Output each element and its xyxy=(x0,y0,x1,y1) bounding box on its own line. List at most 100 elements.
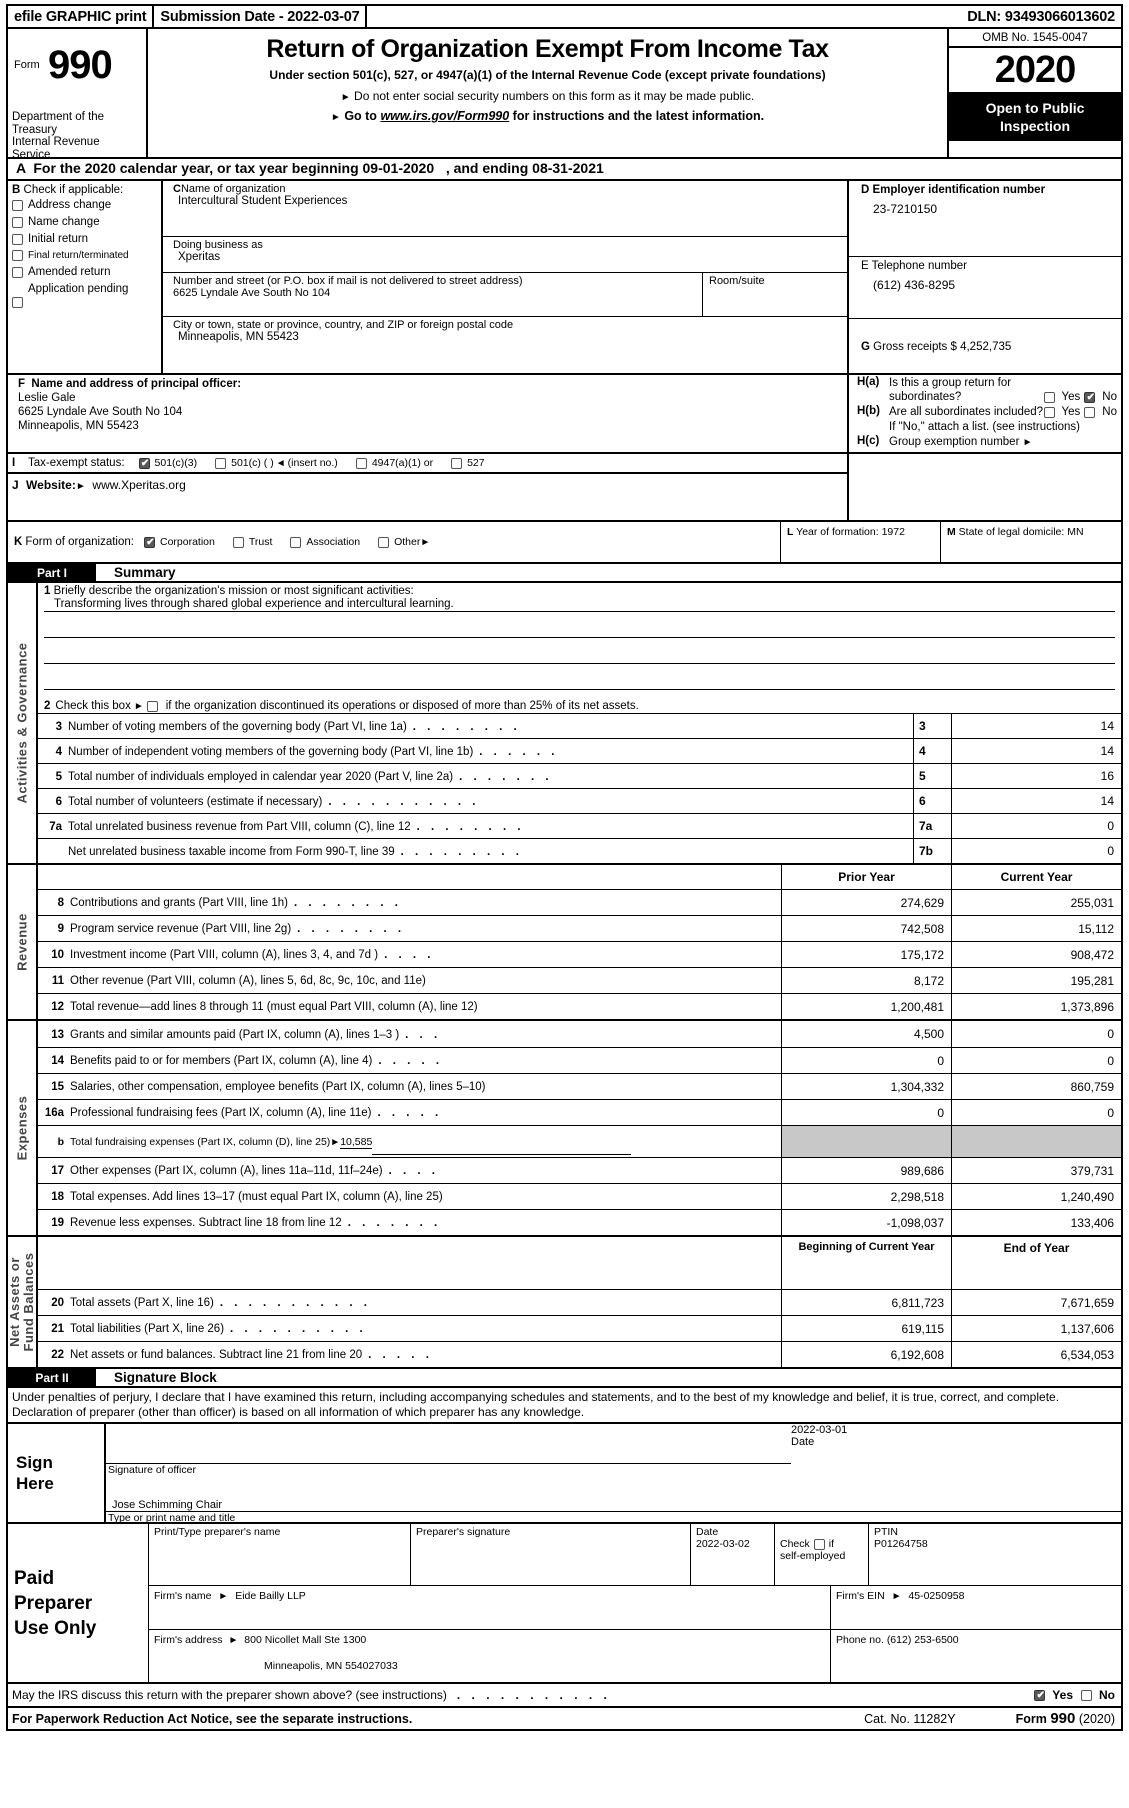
checkbox-icon-501c[interactable] xyxy=(215,457,227,469)
mission-blank-line-2 xyxy=(44,640,1115,664)
officer-name-title-field[interactable]: Jose Schimming Chair Type or print name … xyxy=(106,1474,1121,1524)
option-4947a1[interactable]: 4947(a)(1) or xyxy=(355,457,433,469)
checkbox-final-return[interactable]: Final return/terminated xyxy=(12,250,157,261)
check-if-label: if xyxy=(828,1538,835,1550)
irs-discuss-row: May the IRS discuss this return with the… xyxy=(6,1684,1123,1708)
line-6-code: 6 xyxy=(913,789,951,813)
preparer-signature-cell[interactable]: Preparer's signature xyxy=(411,1524,691,1585)
section-b-heading-text: Check if applicable: xyxy=(23,184,124,196)
checkbox-icon-501c3[interactable] xyxy=(138,457,151,470)
h-a-yes-option[interactable]: Yes xyxy=(1043,391,1080,403)
preparer-name-cell[interactable]: Print/Type preparer's name xyxy=(149,1524,411,1585)
line-22-number: 22 xyxy=(51,1349,64,1361)
table-row-line14: 14 Benefits paid to or for members (Part… xyxy=(38,1047,1121,1073)
checkbox-icon-other[interactable] xyxy=(378,536,390,548)
ptin-value: P01264758 xyxy=(874,1538,928,1550)
checkbox-icon-association[interactable] xyxy=(290,536,302,548)
checkbox-icon-discuss-no[interactable] xyxy=(1081,1689,1092,1701)
line-5-text: Total number of individuals employed in … xyxy=(68,771,454,783)
checkbox-initial-return[interactable]: Initial return xyxy=(12,233,157,245)
section-d-identifiers: D Employer identification number 23-7210… xyxy=(849,181,1121,373)
net-assets-column-headers: Beginning of Current Year End of Year xyxy=(38,1237,1121,1289)
checkbox-icon-trust[interactable] xyxy=(232,536,244,548)
checkbox-icon-hb-yes[interactable] xyxy=(1043,406,1055,418)
dot-leader-17: . . . . xyxy=(388,1165,439,1177)
irs-discuss-text: May the IRS discuss this return with the… xyxy=(12,1688,447,1702)
line-9-number: 9 xyxy=(57,923,64,935)
checkbox-icon-4947a1[interactable] xyxy=(355,457,367,469)
checkbox-application-pending[interactable]: Application pending xyxy=(12,283,157,308)
checkbox-icon-corporation[interactable] xyxy=(143,536,156,549)
checkbox-icon-final-return[interactable] xyxy=(12,250,23,261)
form-title-block: Form 990 Department of the Treasury Intern… xyxy=(6,29,1123,161)
checkbox-icon-ha-no[interactable] xyxy=(1084,391,1096,404)
checkbox-icon-address-change[interactable] xyxy=(12,199,23,211)
option-trust[interactable]: Trust xyxy=(232,536,272,548)
label-name-change: Name change xyxy=(28,216,100,228)
option-other[interactable]: Other ► xyxy=(378,536,430,548)
label-other: Other xyxy=(394,536,421,548)
line-12-number: 12 xyxy=(51,1001,64,1013)
checkbox-icon-initial-return[interactable] xyxy=(12,233,23,245)
section-f-principal-officer: F Name and address of principal officer:… xyxy=(8,375,849,452)
option-501c3[interactable]: 501(c)(3) xyxy=(138,457,197,470)
checkbox-icon-hb-no[interactable] xyxy=(1084,406,1096,418)
checkbox-address-change[interactable]: Address change xyxy=(12,199,157,211)
dot-leader-20: . . . . . . . . . . . xyxy=(219,1297,371,1309)
checkbox-icon-discontinued[interactable] xyxy=(146,700,158,712)
officer-signature-field[interactable]: Signature of officer xyxy=(106,1424,791,1476)
line-18-current: 1,240,490 xyxy=(951,1184,1121,1209)
checkbox-amended-return[interactable]: Amended return xyxy=(12,266,157,278)
line-3-number: 3 xyxy=(55,721,62,733)
website-value[interactable]: www.Xperitas.org xyxy=(92,478,185,492)
discuss-yes-option[interactable]: Yes xyxy=(1034,1688,1073,1702)
option-association[interactable]: Association xyxy=(290,536,360,548)
section-b-letter: B xyxy=(12,184,21,196)
checkbox-icon-amended-return[interactable] xyxy=(12,266,23,278)
h-b-no-option[interactable]: No xyxy=(1084,406,1117,418)
table-row-line21: 21 Total liabilities (Part X, line 26) .… xyxy=(38,1315,1121,1341)
option-corporation[interactable]: Corporation xyxy=(143,536,215,549)
checkbox-icon-name-change[interactable] xyxy=(12,216,23,228)
room-suite-cell: Room/suite xyxy=(702,273,847,316)
arrow-right-icon-firmein: ► xyxy=(891,1591,902,1602)
label-address-change: Address change xyxy=(28,199,112,211)
checkbox-icon-application-pending[interactable] xyxy=(12,297,23,308)
checkbox-icon-self-employed[interactable] xyxy=(813,1538,825,1550)
self-employed-cell[interactable]: Check if self-employed xyxy=(775,1524,869,1585)
gross-receipts-value: 4,252,735 xyxy=(960,341,1012,353)
h-a-no-option[interactable]: No xyxy=(1084,391,1117,404)
checkbox-name-change[interactable]: Name change xyxy=(12,216,157,228)
line-19-text: Revenue less expenses. Subtract line 18 … xyxy=(70,1217,342,1229)
table-row-line7b: Net unrelated business taxable income fr… xyxy=(38,838,1121,863)
label-initial-return: Initial return xyxy=(28,233,89,245)
state-of-domicile-value: MN xyxy=(1067,526,1084,538)
ein-label-text: Employer identification number xyxy=(872,184,1046,196)
checkbox-icon-527[interactable] xyxy=(451,457,463,469)
checkbox-icon-discuss-yes[interactable] xyxy=(1034,1689,1046,1702)
gross-receipts-label: G Gross receipts $ 4,252,735 xyxy=(861,341,1121,353)
section-h-group-return: H(a) Is this a group return for subordin… xyxy=(849,375,1121,452)
city-cell: City or town, state or province, country… xyxy=(163,317,847,373)
option-527[interactable]: 527 xyxy=(451,457,485,469)
label-application-pending: Application pending xyxy=(28,283,129,295)
gross-receipts-label-text: Gross receipts $ xyxy=(873,341,957,353)
dln-label: DLN: 93493066013602 xyxy=(967,8,1115,25)
table-row-line11: 11 Other revenue (Part VIII, column (A),… xyxy=(38,967,1121,993)
checkbox-icon-ha-yes[interactable] xyxy=(1043,391,1055,403)
option-501c[interactable]: 501(c) ( ) ◄ (insert no.) xyxy=(215,457,338,469)
line-20-begin: 6,811,723 xyxy=(781,1290,951,1315)
table-row-line8: 8 Contributions and grants (Part VIII, l… xyxy=(38,889,1121,915)
line-8-current: 255,031 xyxy=(951,890,1121,915)
firm-address-value: 800 Nicollet Mall Ste 1300 xyxy=(244,1634,367,1646)
discuss-no-option[interactable]: No xyxy=(1081,1688,1115,1702)
officer-city: Minneapolis, MN 55423 xyxy=(18,420,139,432)
officer-street: 6625 Lyndale Ave South No 104 xyxy=(18,406,183,418)
dba-value: Xperitas xyxy=(178,251,221,263)
h-b-yes-option[interactable]: Yes xyxy=(1043,406,1080,418)
sideband-net-assets: Net Assets or Fund Balances xyxy=(7,1237,38,1367)
line-5-code: 5 xyxy=(913,764,951,788)
section-k-form-of-organization: K Form of organization: Corporation Trus… xyxy=(8,522,781,562)
irs-form990-link[interactable]: www.irs.gov/Form990 xyxy=(380,109,509,123)
goto-suffix: for instructions and the latest informat… xyxy=(512,109,765,123)
